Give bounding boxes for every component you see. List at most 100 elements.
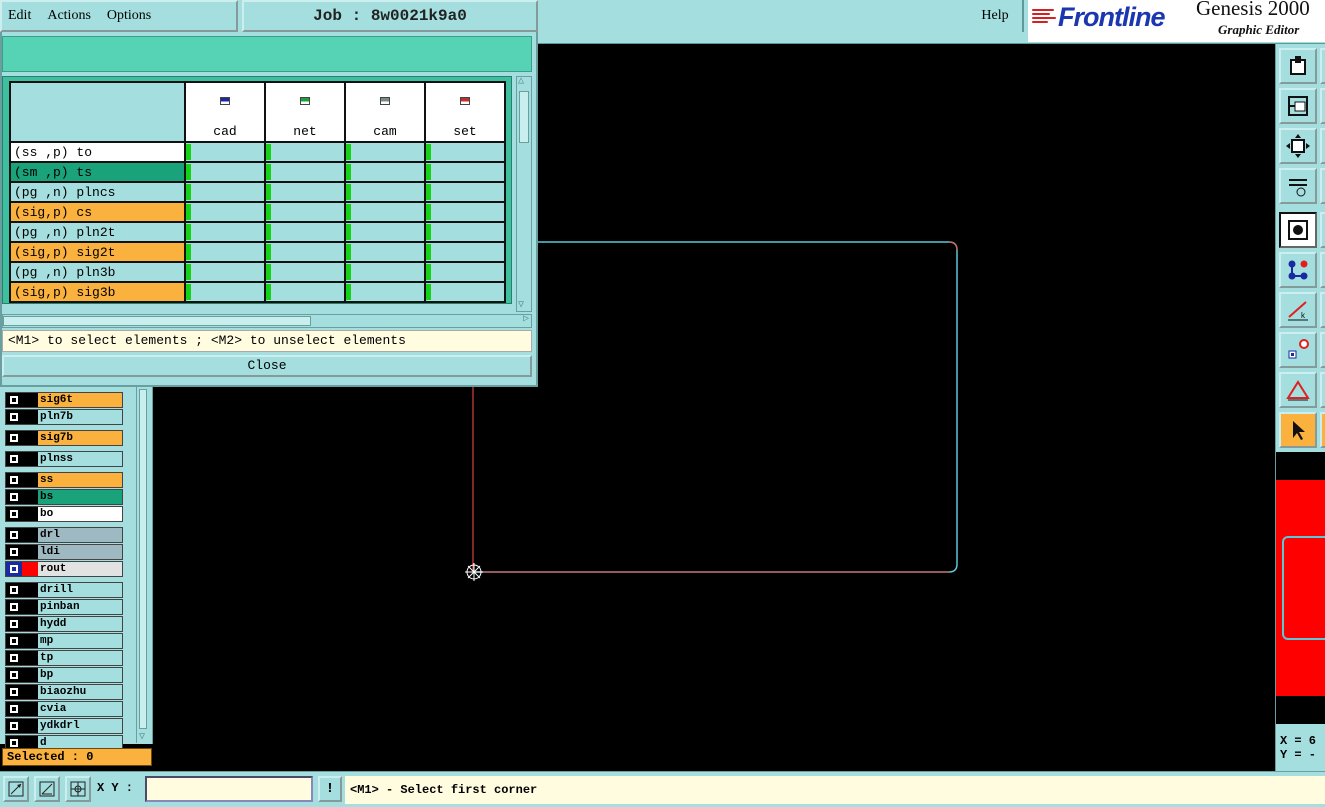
layer-scroll-thumb[interactable]: [139, 389, 147, 729]
matrix-hscroll-thumb[interactable]: [3, 316, 311, 326]
layer-row-ss[interactable]: ss: [5, 472, 123, 488]
toolbar-secondary-button[interactable]: [1320, 372, 1325, 408]
matrix-cell[interactable]: [424, 281, 506, 303]
snap-config-icon[interactable]: [1279, 168, 1317, 204]
matrix-cell[interactable]: [424, 161, 506, 183]
matrix-horizontal-scrollbar[interactable]: ▷: [2, 314, 532, 328]
layer-row-ydkdrl[interactable]: ydkdrl: [5, 718, 123, 734]
layer-checkbox[interactable]: [6, 668, 22, 682]
measure-angle-icon[interactable]: [34, 776, 60, 802]
layer-row-rout[interactable]: rout: [5, 561, 123, 577]
layer-row-biaozhu[interactable]: biaozhu: [5, 684, 123, 700]
record-icon[interactable]: [1279, 212, 1317, 248]
matrix-cell[interactable]: [184, 241, 266, 263]
matrix-cell[interactable]: [184, 161, 266, 183]
zoom-in-icon[interactable]: [3, 776, 29, 802]
matrix-row-label[interactable]: (sig,p) cs: [9, 201, 186, 223]
layer-checkbox[interactable]: [6, 528, 22, 542]
toolbar-secondary-button[interactable]: [1320, 332, 1325, 368]
layer-row-drill[interactable]: drill: [5, 582, 123, 598]
layer-row-bo[interactable]: bo: [5, 506, 123, 522]
toolbar-secondary-button[interactable]: [1320, 48, 1325, 84]
matrix-cell[interactable]: [344, 141, 426, 163]
matrix-cell[interactable]: [184, 221, 266, 243]
help-menu[interactable]: Help: [968, 0, 1024, 32]
warning-icon[interactable]: !: [318, 776, 342, 802]
matrix-cell[interactable]: [264, 261, 346, 283]
menu-actions[interactable]: Actions: [47, 8, 91, 24]
nets-icon[interactable]: [1279, 252, 1317, 288]
layer-checkbox[interactable]: [6, 562, 22, 576]
toolbar-secondary-button[interactable]: [1320, 128, 1325, 164]
layer-checkbox[interactable]: [6, 617, 22, 631]
matrix-cell[interactable]: [344, 201, 426, 223]
menu-edit[interactable]: Edit: [8, 8, 31, 24]
layer-row-drl[interactable]: drl: [5, 527, 123, 543]
matrix-cell[interactable]: [424, 201, 506, 223]
matrix-cell[interactable]: [184, 201, 266, 223]
layer-checkbox[interactable]: [6, 702, 22, 716]
layer-checkbox[interactable]: [6, 545, 22, 559]
matrix-cell[interactable]: [184, 141, 266, 163]
layer-checkbox[interactable]: [6, 685, 22, 699]
layer-checkbox[interactable]: [6, 410, 22, 424]
layer-checkbox[interactable]: [6, 473, 22, 487]
toolbar-secondary-button[interactable]: [1320, 252, 1325, 288]
layer-row-cvia[interactable]: cvia: [5, 701, 123, 717]
toolbar-secondary-button[interactable]: [1320, 168, 1325, 204]
layer-checkbox[interactable]: [6, 719, 22, 733]
matrix-row-label[interactable]: (sm ,p) ts: [9, 161, 186, 183]
layer-row-pinban[interactable]: pinban: [5, 599, 123, 615]
close-button[interactable]: Close: [2, 355, 532, 377]
matrix-cell[interactable]: [264, 181, 346, 203]
fit-icon[interactable]: [1279, 128, 1317, 164]
layer-row-tp[interactable]: tp: [5, 650, 123, 666]
matrix-vscroll-thumb[interactable]: [519, 91, 529, 143]
pointer-icon[interactable]: [1279, 412, 1317, 448]
matrix-cell[interactable]: [184, 181, 266, 203]
layer-row-sig7b[interactable]: sig7b: [5, 430, 123, 446]
layer-row-mp[interactable]: mp: [5, 633, 123, 649]
layer-row-bp[interactable]: bp: [5, 667, 123, 683]
matrix-row-label[interactable]: (pg ,n) plncs: [9, 181, 186, 203]
xy-input[interactable]: [145, 776, 313, 802]
layer-list-scrollbar[interactable]: ▽: [136, 387, 150, 743]
layer-checkbox[interactable]: [6, 431, 22, 445]
matrix-cell[interactable]: [344, 241, 426, 263]
grid-snap-icon[interactable]: [65, 776, 91, 802]
matrix-cell[interactable]: [184, 281, 266, 303]
zoom-previous-icon[interactable]: [1279, 88, 1317, 124]
overview-map[interactable]: [1276, 452, 1325, 724]
matrix-cell[interactable]: [424, 141, 506, 163]
matrix-cell[interactable]: [344, 161, 426, 183]
layer-row-hydd[interactable]: hydd: [5, 616, 123, 632]
matrix-column-cad[interactable]: cad: [184, 81, 266, 143]
layer-row-pln7b[interactable]: pln7b: [5, 409, 123, 425]
menu-options[interactable]: Options: [107, 8, 151, 24]
layer-checkbox[interactable]: [6, 634, 22, 648]
matrix-cell[interactable]: [344, 181, 426, 203]
matrix-row-label[interactable]: (pg ,n) pln2t: [9, 221, 186, 243]
layer-row-plnss[interactable]: plnss: [5, 451, 123, 467]
matrix-row-label[interactable]: (pg ,n) pln3b: [9, 261, 186, 283]
layer-checkbox[interactable]: [6, 490, 22, 504]
matrix-column-set[interactable]: set: [424, 81, 506, 143]
matrix-row-label[interactable]: (ss ,p) to: [9, 141, 186, 163]
matrix-vertical-scrollbar[interactable]: △ ▽: [516, 76, 532, 312]
scroll-right-icon[interactable]: ▷: [523, 313, 529, 325]
matrix-cell[interactable]: [424, 181, 506, 203]
toolbar-secondary-button[interactable]: [1320, 412, 1325, 448]
matrix-cell[interactable]: [264, 161, 346, 183]
matrix-row-label[interactable]: (sig,p) sig2t: [9, 241, 186, 263]
layer-checkbox[interactable]: [6, 651, 22, 665]
matrix-cell[interactable]: [264, 281, 346, 303]
layer-checkbox[interactable]: [6, 583, 22, 597]
matrix-column-cam[interactable]: cam: [344, 81, 426, 143]
matrix-row-label[interactable]: (sig,p) sig3b: [9, 281, 186, 303]
layer-checkbox[interactable]: [6, 600, 22, 614]
toolbar-secondary-button[interactable]: [1320, 88, 1325, 124]
layer-row-ldi[interactable]: ldi: [5, 544, 123, 560]
layer-row-sig6t[interactable]: sig6t: [5, 392, 123, 408]
matrix-column-net[interactable]: net: [264, 81, 346, 143]
feature-select-icon[interactable]: [1279, 332, 1317, 368]
